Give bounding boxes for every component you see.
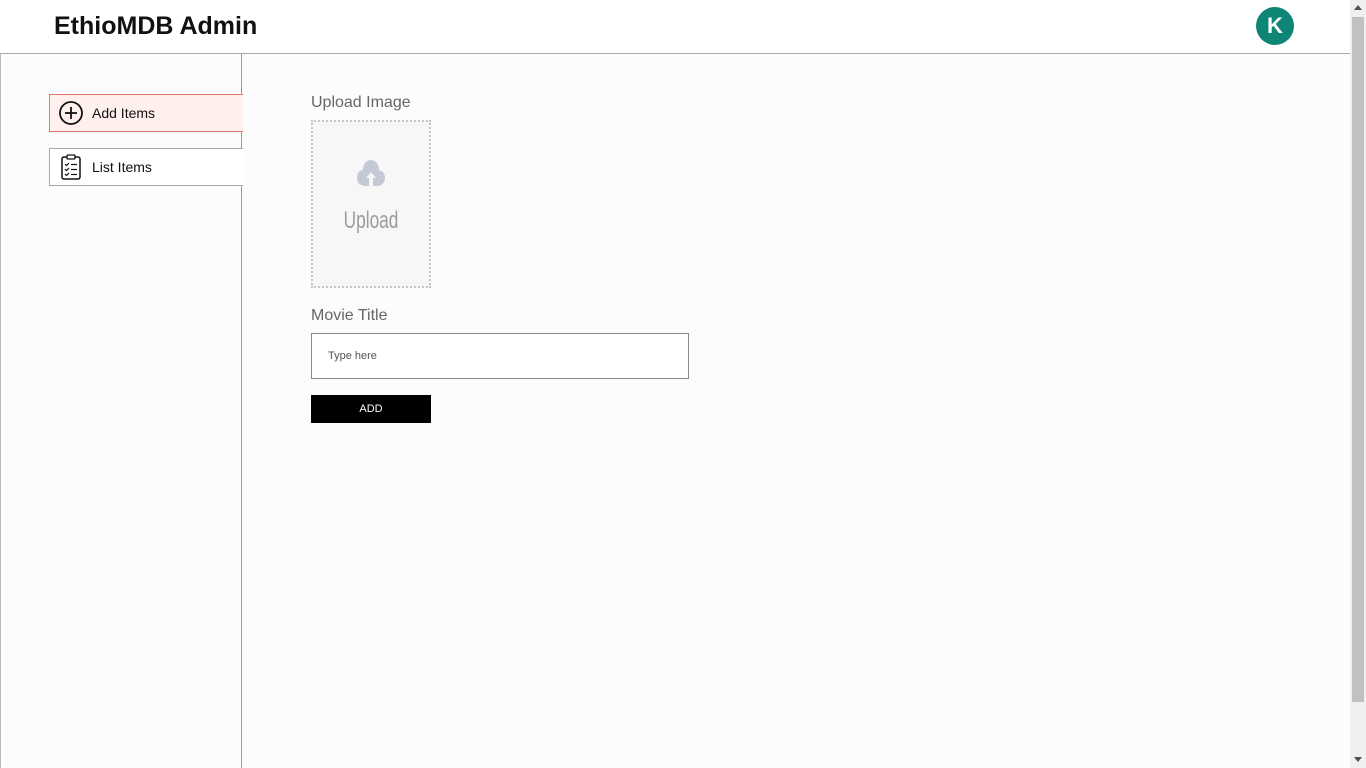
clipboard-checklist-icon <box>57 153 85 181</box>
sidebar-item-list-items[interactable]: List Items <box>49 148 243 186</box>
app-title: EthioMDB Admin <box>54 12 258 40</box>
movie-title-label: Movie Title <box>311 307 388 324</box>
cloud-upload-icon <box>356 158 386 203</box>
add-item-form: Upload Image Upload Movie Title ADD <box>243 54 1350 768</box>
add-circle-icon <box>57 99 85 127</box>
upload-image-label: Upload Image <box>311 94 411 111</box>
add-button[interactable]: ADD <box>311 395 431 423</box>
scroll-down-arrow-icon[interactable] <box>1354 757 1362 762</box>
user-avatar[interactable]: K <box>1256 7 1294 45</box>
image-upload-area[interactable]: Upload <box>311 120 431 288</box>
sidebar-item-label: Add Items <box>92 105 156 121</box>
top-navbar: EthioMDB Admin K <box>0 0 1350 54</box>
scroll-thumb[interactable] <box>1352 17 1364 702</box>
sidebar-item-label: List Items <box>92 159 152 175</box>
sidebar: Add Items List Items <box>0 54 243 768</box>
sidebar-item-add-items[interactable]: Add Items <box>49 94 243 132</box>
scroll-up-arrow-icon[interactable] <box>1354 5 1362 10</box>
upload-placeholder-text: Upload <box>343 207 399 234</box>
movie-title-input[interactable] <box>311 333 689 379</box>
vertical-scrollbar[interactable] <box>1350 0 1366 768</box>
